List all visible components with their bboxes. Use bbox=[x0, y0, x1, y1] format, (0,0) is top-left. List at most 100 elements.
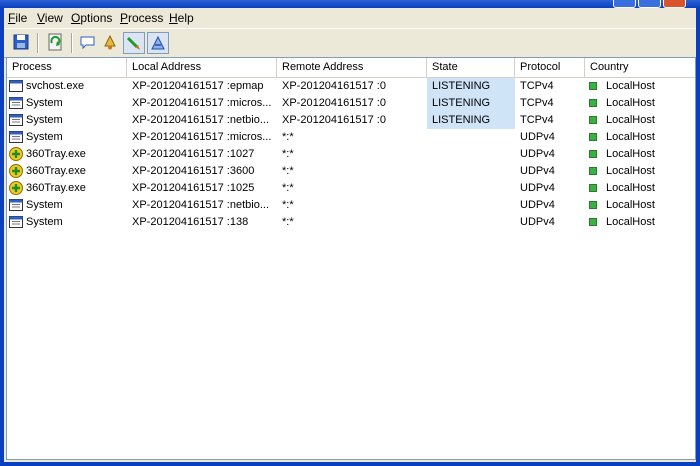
country-flag-icon bbox=[589, 133, 597, 141]
cell-process: System bbox=[7, 129, 127, 146]
cell-country: LocalHost bbox=[585, 129, 695, 146]
minimize-button[interactable] bbox=[613, 0, 636, 8]
cell-protocol: TCPv4 bbox=[520, 114, 554, 126]
menu-view[interactable]: View bbox=[37, 11, 63, 25]
cell-remote-address: *:* bbox=[282, 199, 294, 211]
system-icon bbox=[9, 198, 23, 212]
table-row[interactable]: svchost.exe XP-201204161517 :epmap XP-2012… bbox=[7, 78, 695, 95]
table-row[interactable]: System XP-201204161517 :micros... XP-20120… bbox=[7, 95, 695, 112]
maximize-button[interactable] bbox=[638, 0, 661, 8]
close-button[interactable] bbox=[663, 0, 686, 8]
country-name: LocalHost bbox=[606, 199, 655, 211]
country-name: LocalHost bbox=[606, 114, 655, 126]
cell-country: LocalHost bbox=[585, 78, 695, 95]
cell-local-address: XP-201204161517 :netbio... bbox=[132, 114, 270, 126]
process-name: svchost.exe bbox=[26, 80, 85, 92]
menu-file[interactable]: File bbox=[8, 11, 27, 25]
cell-local-address: XP-201204161517 :netbio... bbox=[132, 199, 270, 211]
table-row[interactable]: System XP-201204161517 :netbio... *:* UDPv4… bbox=[7, 197, 695, 214]
process-name: System bbox=[26, 199, 63, 211]
refresh-icon bbox=[48, 33, 62, 51]
process-name: 360Tray.exe bbox=[26, 165, 86, 177]
refresh-button[interactable] bbox=[45, 32, 67, 54]
table-row[interactable]: 360Tray.exe XP-201204161517 :1025 *:* UDPv4… bbox=[7, 180, 695, 197]
cell-state bbox=[427, 214, 515, 231]
column-header-country[interactable]: Country bbox=[585, 58, 695, 77]
filter-icon bbox=[151, 35, 165, 50]
table-row[interactable]: System XP-201204161517 :netbio... XP-20120… bbox=[7, 112, 695, 129]
cell-country: LocalHost bbox=[585, 112, 695, 129]
country-name: LocalHost bbox=[606, 80, 655, 92]
cell-country: LocalHost bbox=[585, 214, 695, 231]
cell-protocol: UDPv4 bbox=[520, 148, 555, 160]
cell-process: System bbox=[7, 112, 127, 129]
cell-state bbox=[427, 129, 515, 146]
cell-country: LocalHost bbox=[585, 163, 695, 180]
cell-local-address: XP-201204161517 :1027 bbox=[132, 148, 255, 160]
menu-bar: File View Options Process Help bbox=[4, 8, 696, 28]
cell-state bbox=[427, 197, 515, 214]
menu-help[interactable]: Help bbox=[169, 11, 194, 25]
table-row[interactable]: System XP-201204161517 :138 *:* UDPv4 LocalH… bbox=[7, 214, 695, 231]
country-flag-icon bbox=[589, 150, 597, 158]
country-name: LocalHost bbox=[606, 165, 655, 177]
system-icon bbox=[9, 215, 23, 229]
cell-process: System bbox=[7, 95, 127, 112]
title-bar bbox=[0, 0, 700, 8]
connections-list[interactable]: Process Local Address Remote Address Sta… bbox=[6, 57, 696, 460]
column-header-local-address[interactable]: Local Address bbox=[127, 58, 277, 77]
cell-state: LISTENING bbox=[427, 95, 515, 112]
tray360-icon bbox=[9, 164, 23, 178]
toolbar-separator bbox=[71, 33, 73, 53]
cell-process: 360Tray.exe bbox=[7, 180, 127, 197]
column-header-process[interactable]: Process bbox=[7, 58, 127, 77]
cell-process: 360Tray.exe bbox=[7, 146, 127, 163]
menu-process[interactable]: Process bbox=[120, 11, 163, 25]
menu-options[interactable]: Options bbox=[71, 11, 112, 25]
system-icon bbox=[9, 96, 23, 110]
process-name: System bbox=[26, 131, 63, 143]
country-name: LocalHost bbox=[606, 131, 655, 143]
country-flag-icon bbox=[589, 99, 597, 107]
save-button[interactable] bbox=[11, 32, 33, 54]
country-flag-icon bbox=[589, 116, 597, 124]
cell-state: LISTENING bbox=[427, 112, 515, 129]
cell-protocol: UDPv4 bbox=[520, 216, 555, 228]
country-name: LocalHost bbox=[606, 148, 655, 160]
cell-protocol: UDPv4 bbox=[520, 182, 555, 194]
country-flag-icon bbox=[589, 218, 597, 226]
app-window: File View Options Process Help Process L… bbox=[0, 0, 700, 466]
cell-protocol: UDPv4 bbox=[520, 131, 555, 143]
tray360-icon bbox=[9, 147, 23, 161]
pin-button[interactable] bbox=[123, 32, 145, 54]
country-flag-icon bbox=[589, 184, 597, 192]
cell-remote-address: *:* bbox=[282, 182, 294, 194]
country-flag-icon bbox=[589, 82, 597, 90]
cell-local-address: XP-201204161517 :micros... bbox=[132, 131, 272, 143]
cell-remote-address: XP-201204161517 :0 bbox=[282, 114, 386, 126]
country-name: LocalHost bbox=[606, 97, 655, 109]
cell-remote-address: *:* bbox=[282, 216, 294, 228]
cell-local-address: XP-201204161517 :micros... bbox=[132, 97, 272, 109]
filter-button[interactable] bbox=[147, 32, 169, 54]
cell-country: LocalHost bbox=[585, 197, 695, 214]
process-name: System bbox=[26, 216, 63, 228]
system-icon bbox=[9, 113, 23, 127]
cell-remote-address: *:* bbox=[282, 148, 294, 160]
save-icon bbox=[13, 34, 29, 50]
tray360-icon bbox=[9, 181, 23, 195]
table-row[interactable]: 360Tray.exe XP-201204161517 :1027 *:* UDPv4… bbox=[7, 146, 695, 163]
cell-protocol: UDPv4 bbox=[520, 165, 555, 177]
column-header-state[interactable]: State bbox=[427, 58, 515, 77]
column-header-remote-address[interactable]: Remote Address bbox=[277, 58, 427, 77]
list-header: Process Local Address Remote Address Sta… bbox=[7, 58, 695, 78]
alarm-icon bbox=[104, 34, 116, 50]
alarm-button[interactable] bbox=[100, 32, 122, 54]
process-name: System bbox=[26, 97, 63, 109]
comment-button[interactable] bbox=[78, 32, 100, 54]
cell-process: svchost.exe bbox=[7, 78, 127, 95]
process-name: System bbox=[26, 114, 63, 126]
column-header-protocol[interactable]: Protocol bbox=[515, 58, 585, 77]
table-row[interactable]: 360Tray.exe XP-201204161517 :3600 *:* UDPv4… bbox=[7, 163, 695, 180]
table-row[interactable]: System XP-201204161517 :micros... *:* UDPv4… bbox=[7, 129, 695, 146]
